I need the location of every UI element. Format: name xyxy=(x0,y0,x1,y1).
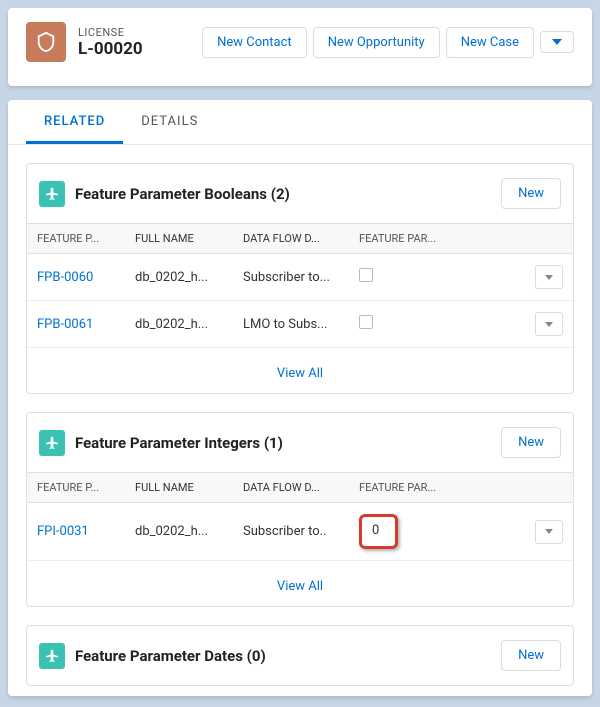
plane-icon xyxy=(39,643,65,669)
table-row: FPB-0060 db_0202_h... Subscriber to... xyxy=(27,254,573,301)
tab-related[interactable]: RELATED xyxy=(26,100,123,144)
cell-full-name: db_0202_h... xyxy=(135,317,235,332)
record-name: L-00020 xyxy=(78,39,143,59)
record-link[interactable]: FPB-0061 xyxy=(37,317,93,332)
col-feature-p: FEATURE P... xyxy=(37,232,127,245)
table-row: FPB-0061 db_0202_h... LMO to Subs... xyxy=(27,301,573,348)
row-action-button[interactable] xyxy=(535,520,563,544)
chevron-down-icon xyxy=(545,322,553,327)
cell-full-name: db_0202_h... xyxy=(135,524,235,539)
plane-icon xyxy=(39,430,65,456)
new-integer-button[interactable]: New xyxy=(501,427,561,458)
section-title: Feature Parameter Dates (0) xyxy=(75,647,491,665)
col-feature-p: FEATURE P... xyxy=(37,481,127,494)
col-full-name: FULL NAME xyxy=(135,232,235,245)
chevron-down-icon xyxy=(545,275,553,280)
cell-data-flow: LMO to Subs... xyxy=(243,317,351,332)
chevron-down-icon xyxy=(545,529,553,534)
col-data-flow: DATA FLOW D... xyxy=(243,232,351,245)
col-full-name: FULL NAME xyxy=(135,481,235,494)
tabs: RELATED DETAILS xyxy=(8,100,592,145)
tab-details[interactable]: DETAILS xyxy=(123,100,216,144)
cell-data-flow: Subscriber to... xyxy=(243,270,351,285)
checkbox[interactable] xyxy=(359,268,373,282)
plane-icon xyxy=(39,181,65,207)
col-feature-par: FEATURE PAR... xyxy=(359,232,451,245)
checkbox[interactable] xyxy=(359,315,373,329)
table-header: FEATURE P... FULL NAME DATA FLOW D... FE… xyxy=(27,472,573,503)
row-action-button[interactable] xyxy=(535,265,563,289)
license-icon xyxy=(26,22,66,62)
view-all-link[interactable]: View All xyxy=(277,366,323,381)
table-header: FEATURE P... FULL NAME DATA FLOW D... FE… xyxy=(27,223,573,254)
cell-data-flow: Subscriber to.. xyxy=(243,524,351,539)
section-title: Feature Parameter Booleans (2) xyxy=(75,185,491,203)
feature-parameter-integers-section: Feature Parameter Integers (1) New FEATU… xyxy=(26,412,574,607)
more-actions-button[interactable] xyxy=(540,31,574,53)
integer-value-highlighted: 0 xyxy=(359,514,398,549)
object-label: LICENSE xyxy=(78,26,143,39)
feature-parameter-booleans-section: Feature Parameter Booleans (2) New FEATU… xyxy=(26,163,574,394)
record-link[interactable]: FPB-0060 xyxy=(37,270,93,285)
chevron-down-icon xyxy=(552,39,562,45)
new-opportunity-button[interactable]: New Opportunity xyxy=(313,27,440,58)
view-all-link[interactable]: View All xyxy=(277,579,323,594)
section-title: Feature Parameter Integers (1) xyxy=(75,434,491,452)
col-data-flow: DATA FLOW D... xyxy=(243,481,351,494)
new-case-button[interactable]: New Case xyxy=(446,27,534,58)
cell-full-name: db_0202_h... xyxy=(135,270,235,285)
new-date-button[interactable]: New xyxy=(501,640,561,671)
related-list-card: RELATED DETAILS Feature Parameter Boolea… xyxy=(8,100,592,696)
col-feature-par: FEATURE PAR... xyxy=(359,481,451,494)
new-boolean-button[interactable]: New xyxy=(501,178,561,209)
row-action-button[interactable] xyxy=(535,312,563,336)
table-row: FPI-0031 db_0202_h... Subscriber to.. 0 xyxy=(27,503,573,561)
record-link[interactable]: FPI-0031 xyxy=(37,524,89,539)
record-header: LICENSE L-00020 New Contact New Opportun… xyxy=(8,8,592,86)
feature-parameter-dates-section: Feature Parameter Dates (0) New xyxy=(26,625,574,686)
new-contact-button[interactable]: New Contact xyxy=(202,27,307,58)
